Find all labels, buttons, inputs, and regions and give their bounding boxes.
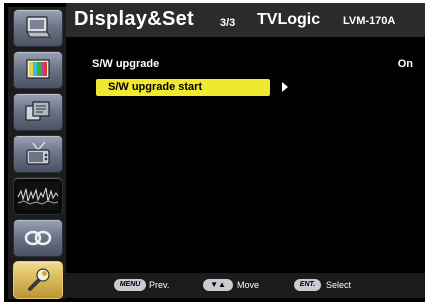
wrench-icon [23, 267, 53, 293]
sidebar-item-input[interactable] [13, 135, 63, 173]
move-key-icon: ▼▲ [203, 279, 233, 291]
sidebar-item-scope[interactable] [13, 177, 63, 215]
page-indicator: 3/3 [220, 17, 236, 29]
menu-key-label: Prev. [149, 280, 170, 290]
monitor-icon [23, 15, 53, 41]
menu-content: S/W upgrade On S/W upgrade start [66, 39, 425, 272]
tv-antenna-icon [23, 141, 53, 167]
windows-icon [23, 99, 53, 125]
enter-key-icon: ENT. [294, 279, 321, 291]
model-name: LVM-170A [343, 15, 396, 27]
sidebar-item-color[interactable] [13, 51, 63, 89]
sidebar [8, 7, 66, 299]
sw-upgrade-start-item[interactable]: S/W upgrade start [96, 79, 270, 96]
sidebar-item-display-set[interactable] [13, 261, 63, 299]
color-bars-icon [23, 57, 53, 83]
menu-header: Display&Set 3/3 TVLogic LVM-170A [66, 3, 425, 37]
sw-upgrade-start-label: S/W upgrade start [108, 81, 203, 93]
sw-upgrade-value[interactable]: On [398, 58, 413, 70]
key-guide-footer: MENU Prev. ▼▲ Move ENT. Select [66, 273, 425, 298]
submenu-arrow-icon [282, 82, 288, 92]
waveform-icon [16, 181, 60, 211]
sidebar-item-picture[interactable] [13, 9, 63, 47]
menu-key-icon: MENU [114, 279, 146, 291]
link-icon [23, 225, 53, 251]
sidebar-item-system[interactable] [13, 219, 63, 257]
sw-upgrade-label: S/W upgrade [92, 58, 160, 70]
enter-key-label: Select [326, 280, 352, 290]
move-key-label: Move [237, 280, 260, 290]
brand-name: TVLogic [257, 11, 321, 28]
sidebar-item-window[interactable] [13, 93, 63, 131]
page-title: Display&Set [74, 8, 195, 30]
